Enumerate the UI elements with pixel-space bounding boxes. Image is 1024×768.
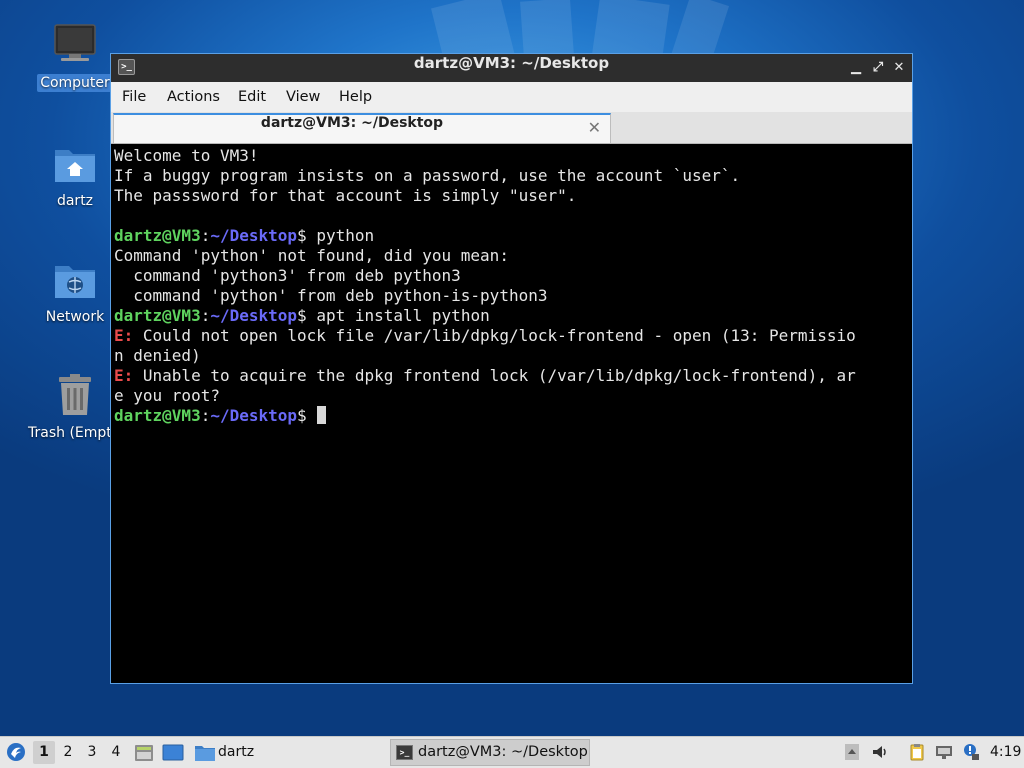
prompt-separator: : xyxy=(200,406,211,425)
terminal-error-line: E: Could not open lock file /var/lib/dpk… xyxy=(114,326,912,346)
terminal-output-line: If a buggy program insists on a password… xyxy=(114,166,741,185)
terminal-tab[interactable]: dartz@VM3: ~/Desktop ✕ xyxy=(113,113,611,143)
error-text: Unable to acquire the dpkg frontend lock… xyxy=(133,366,856,385)
network-icon[interactable] xyxy=(935,743,953,761)
prompt-symbol: $ xyxy=(297,406,307,425)
terminal-prompt-line: dartz@VM3:~/Desktop$ python xyxy=(114,226,912,246)
tab-close-icon[interactable]: ✕ xyxy=(588,118,601,138)
workspace-3-button[interactable]: 3 xyxy=(81,741,103,764)
terminal-prompt-line: dartz@VM3:~/Desktop$ xyxy=(114,406,912,426)
terminal-command: python xyxy=(306,226,375,245)
prompt-path: ~/Desktop xyxy=(210,406,298,425)
quicklaunch-folder-label[interactable]: dartz xyxy=(218,737,254,768)
prompt-path: ~/Desktop xyxy=(210,306,298,325)
tab-bar: dartz@VM3: ~/Desktop ✕ xyxy=(111,112,912,144)
taskbar-window-button[interactable]: >_ dartz@VM3: ~/Desktop xyxy=(390,739,590,766)
terminal-command: apt install python xyxy=(306,306,490,325)
terminal-output-line: The passsword for that account is simply… xyxy=(114,186,577,205)
trash-icon xyxy=(51,372,99,420)
menu-view[interactable]: View xyxy=(286,82,320,112)
window-titlebar[interactable]: >_ dartz@VM3: ~/Desktop ▁ ⤢ ✕ xyxy=(111,54,912,82)
workspace-2-button[interactable]: 2 xyxy=(57,741,79,764)
taskbar: 1 2 3 4 dartz >_ dartz@VM3: ~/Desktop 4:… xyxy=(0,736,1024,768)
computer-icon xyxy=(51,22,99,70)
window-title: dartz@VM3: ~/Desktop xyxy=(413,54,610,72)
clipboard-icon[interactable] xyxy=(908,743,926,761)
start-menu-icon[interactable] xyxy=(6,742,26,762)
prompt-separator: : xyxy=(200,226,211,245)
desktop-icon-label: Computer xyxy=(37,74,113,92)
terminal-output-line: Welcome to VM3! xyxy=(114,146,259,165)
tray-up-arrow-icon[interactable] xyxy=(843,743,861,761)
terminal-output-line: Command 'python' not found, did you mean… xyxy=(114,246,509,265)
notification-icon[interactable] xyxy=(962,743,980,761)
show-desktop-icon[interactable] xyxy=(162,744,184,762)
file-manager-launcher-icon[interactable] xyxy=(134,743,154,762)
error-tag: E: xyxy=(114,326,134,345)
menu-help[interactable]: Help xyxy=(339,82,372,112)
prompt-symbol: $ xyxy=(297,306,307,325)
terminal-output-line: n denied) xyxy=(114,346,201,365)
error-tag: E: xyxy=(114,366,134,385)
menu-edit[interactable]: Edit xyxy=(238,82,266,112)
prompt-user: dartz@VM3 xyxy=(114,226,201,245)
terminal-output[interactable]: Welcome to VM3! If a buggy program insist… xyxy=(114,146,912,683)
prompt-separator: : xyxy=(200,306,211,325)
error-text: Could not open lock file /var/lib/dpkg/l… xyxy=(133,326,856,345)
terminal-output-line: e you root? xyxy=(114,386,220,405)
maximize-button[interactable]: ⤢ xyxy=(869,59,887,77)
minimize-button[interactable]: ▁ xyxy=(847,59,865,77)
menu-bar: File Actions Edit View Help xyxy=(111,82,912,112)
terminal-output-line: command 'python3' from deb python3 xyxy=(114,266,461,285)
network-folder-icon xyxy=(51,256,99,304)
clock[interactable]: 4:19 xyxy=(990,737,1021,768)
prompt-path: ~/Desktop xyxy=(210,226,298,245)
prompt-user: dartz@VM3 xyxy=(114,306,201,325)
taskbar-window-label: dartz@VM3: ~/Desktop xyxy=(418,744,588,760)
menu-actions[interactable]: Actions xyxy=(167,82,220,112)
volume-icon[interactable] xyxy=(871,743,889,761)
folder-icon[interactable] xyxy=(194,743,216,763)
terminal-output-line: command 'python' from deb python-is-pyth… xyxy=(114,286,548,305)
workspace-4-button[interactable]: 4 xyxy=(105,741,127,764)
home-folder-icon xyxy=(51,140,99,188)
terminal-cursor xyxy=(317,406,327,424)
menu-file[interactable]: File xyxy=(122,82,146,112)
terminal-window[interactable]: >_ dartz@VM3: ~/Desktop ▁ ⤢ ✕ File Actio… xyxy=(110,53,913,684)
prompt-symbol: $ xyxy=(297,226,307,245)
workspace-1-button[interactable]: 1 xyxy=(33,741,55,764)
close-button[interactable]: ✕ xyxy=(890,59,908,77)
desktop-icon-label: dartz xyxy=(56,193,94,209)
terminal-error-line: E: Unable to acquire the dpkg frontend l… xyxy=(114,366,912,386)
tab-label: dartz@VM3: ~/Desktop xyxy=(260,115,444,131)
terminal-icon: >_ xyxy=(396,745,413,760)
desktop-icon-label: Network xyxy=(45,309,105,325)
terminal-prompt-line: dartz@VM3:~/Desktop$ apt install python xyxy=(114,306,912,326)
terminal-command xyxy=(307,406,317,425)
prompt-user: dartz@VM3 xyxy=(114,406,201,425)
